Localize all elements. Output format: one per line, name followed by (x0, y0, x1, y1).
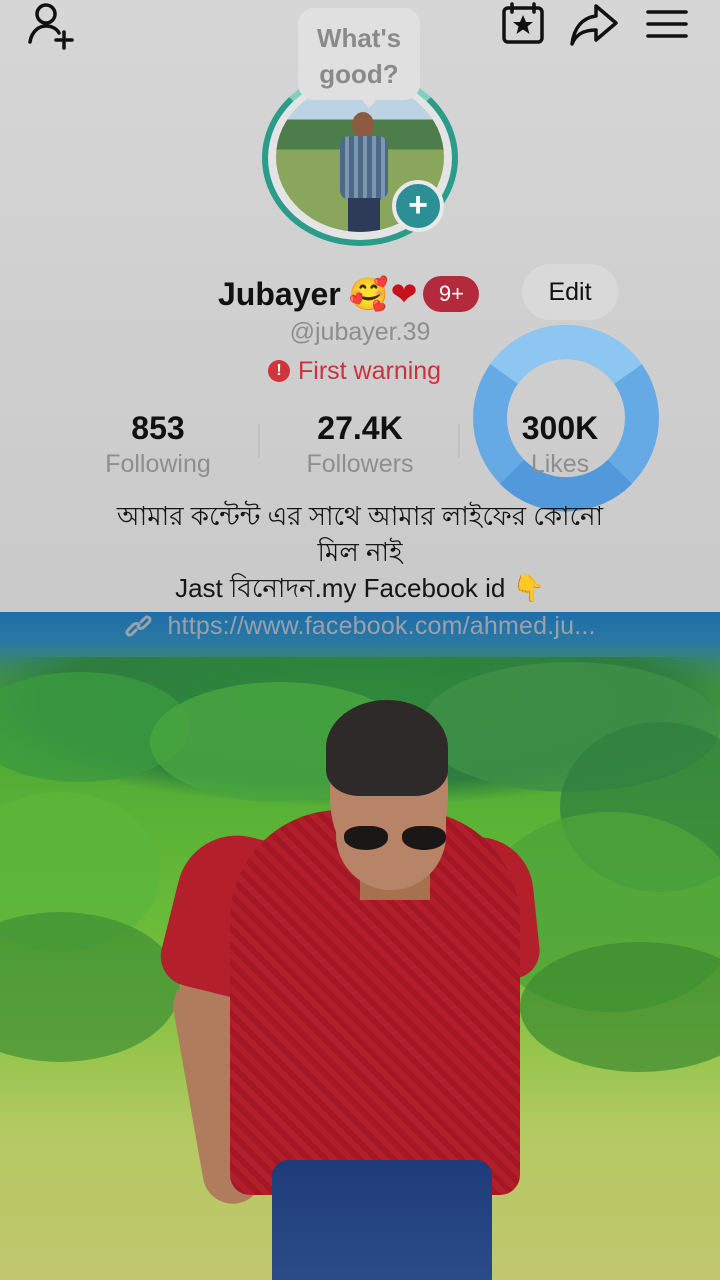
stat-followers[interactable]: 27.4K Followers (260, 408, 460, 480)
notification-count-badge[interactable]: 9+ (423, 276, 480, 312)
pointing-down-emoji: 👇 (512, 574, 545, 604)
edit-profile-button[interactable]: Edit (522, 264, 618, 320)
status-line-2: good? (319, 59, 399, 89)
status-line-1: What's (316, 23, 402, 53)
likes-count: 300K (521, 410, 599, 446)
calendar-star-icon[interactable] (496, 0, 552, 50)
hamburger-menu-icon[interactable] (640, 0, 696, 50)
link-icon (124, 612, 154, 641)
followers-count: 27.4K (317, 410, 403, 446)
person-plus-icon[interactable] (24, 0, 80, 50)
following-label: Following (105, 450, 211, 478)
avatar-photo-person (338, 112, 388, 232)
following-count: 853 (131, 410, 185, 446)
person-jeans (272, 1160, 492, 1280)
status-bubble-tail (360, 98, 378, 108)
smiling-hearts-emoji: 🥰 (348, 275, 389, 313)
bio-link-text[interactable]: https://www.facebook.com/ahmed.ju... (167, 612, 595, 640)
profile-bio: আমার কন্টেন্ট এর সাথে আমার লাইফের কোনো ম… (40, 498, 680, 607)
bio-line-1: আমার কন্টেন্ট এর সাথে আমার লাইফের কোনো (116, 501, 604, 531)
likes-label: Likes (530, 450, 590, 478)
stat-following[interactable]: 853 Following (58, 408, 258, 480)
profile-name-row: Jubayer 🥰 ❤ 9+ (218, 266, 480, 322)
status-bubble[interactable]: What's good? (298, 8, 420, 100)
bio-line-3-text: Jast বিনোদন.my Facebook id (175, 573, 506, 603)
warning-status[interactable]: ! First warning (268, 354, 441, 388)
warning-icon: ! (268, 360, 290, 382)
share-arrow-icon[interactable] (566, 0, 622, 50)
bio-line-2: মিল নাই (317, 537, 403, 567)
bio-line-3: Jast বিনোদন.my Facebook id 👇 (40, 570, 680, 607)
add-story-button[interactable]: + (392, 180, 444, 232)
red-heart-emoji: ❤ (390, 275, 418, 313)
person-hair (326, 700, 448, 796)
bio-link[interactable]: https://www.facebook.com/ahmed.ju... (0, 612, 720, 641)
stat-likes[interactable]: 300K Likes (460, 408, 660, 480)
warning-text: First warning (298, 356, 442, 385)
followers-label: Followers (306, 450, 414, 478)
profile-name: Jubayer (218, 275, 341, 312)
sunglasses (344, 822, 448, 852)
